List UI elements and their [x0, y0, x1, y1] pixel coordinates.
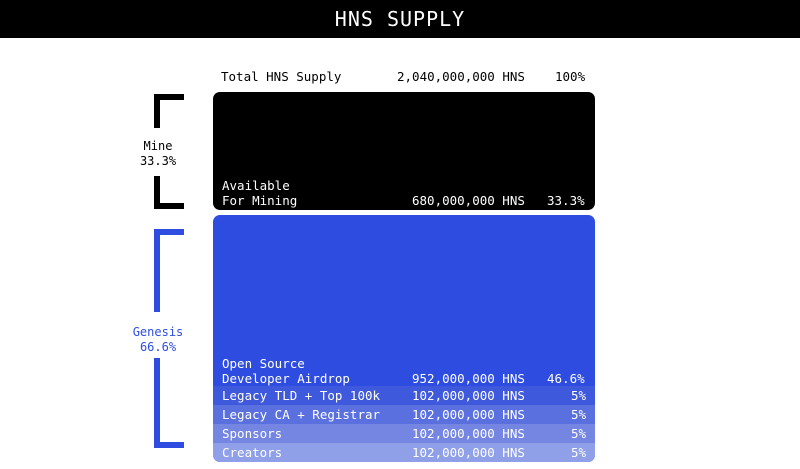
mine-group-percent: 33.3%: [139, 154, 177, 168]
mine-bracket-bottom: [154, 176, 184, 209]
mine-bracket-top: [154, 94, 184, 128]
genesis-group-percent: 66.6%: [139, 340, 177, 354]
segment-percent: 5%: [571, 445, 587, 460]
genesis-block: Open Source Developer Airdrop 952,000,00…: [213, 215, 595, 462]
segment-label: Sponsors: [222, 426, 283, 441]
segment-legacy-ca: Legacy CA + Registrar 102,000,000 HNS 5%: [213, 405, 595, 424]
segment-percent: 5%: [571, 426, 587, 441]
airdrop-label-line2: Developer Airdrop: [222, 371, 350, 386]
mine-group-name: Mine: [143, 139, 173, 153]
genesis-bracket-bottom: [154, 358, 184, 448]
segment-amount: 102,000,000 HNS: [412, 445, 525, 460]
airdrop-label-line1: Open Source: [222, 356, 305, 371]
genesis-group-name: Genesis: [132, 325, 184, 339]
segment-amount: 102,000,000 HNS: [412, 407, 525, 422]
mine-block-label-line2: For Mining: [222, 193, 298, 208]
mine-block-percent: 33.3%: [547, 193, 585, 208]
segment-percent: 5%: [571, 388, 587, 403]
segment-label: Legacy TLD + Top 100k: [222, 388, 381, 403]
mine-block-amount: 680,000,000 HNS: [412, 193, 525, 208]
genesis-bracket-top: [154, 229, 184, 312]
segment-creators: Creators 102,000,000 HNS 5%: [213, 443, 595, 462]
segment-amount: 102,000,000 HNS: [412, 426, 525, 441]
segment-sponsors: Sponsors 102,000,000 HNS 5%: [213, 424, 595, 443]
segment-label: Legacy CA + Registrar: [222, 407, 381, 422]
mine-block-available-for-mining: Available For Mining 680,000,000 HNS 33.…: [213, 92, 595, 210]
segment-legacy-tld: Legacy TLD + Top 100k 102,000,000 HNS 5%: [213, 386, 595, 405]
mine-block-label-line1: Available: [222, 178, 290, 193]
genesis-group-label: Genesis 66.6%: [124, 325, 192, 355]
mine-group-label: Mine 33.3%: [136, 139, 180, 169]
segment-amount: 102,000,000 HNS: [412, 388, 525, 403]
segment-percent: 5%: [571, 407, 587, 422]
airdrop-amount: 952,000,000 HNS: [412, 371, 525, 386]
segment-label: Creators: [222, 445, 283, 460]
airdrop-percent: 46.6%: [547, 371, 585, 386]
